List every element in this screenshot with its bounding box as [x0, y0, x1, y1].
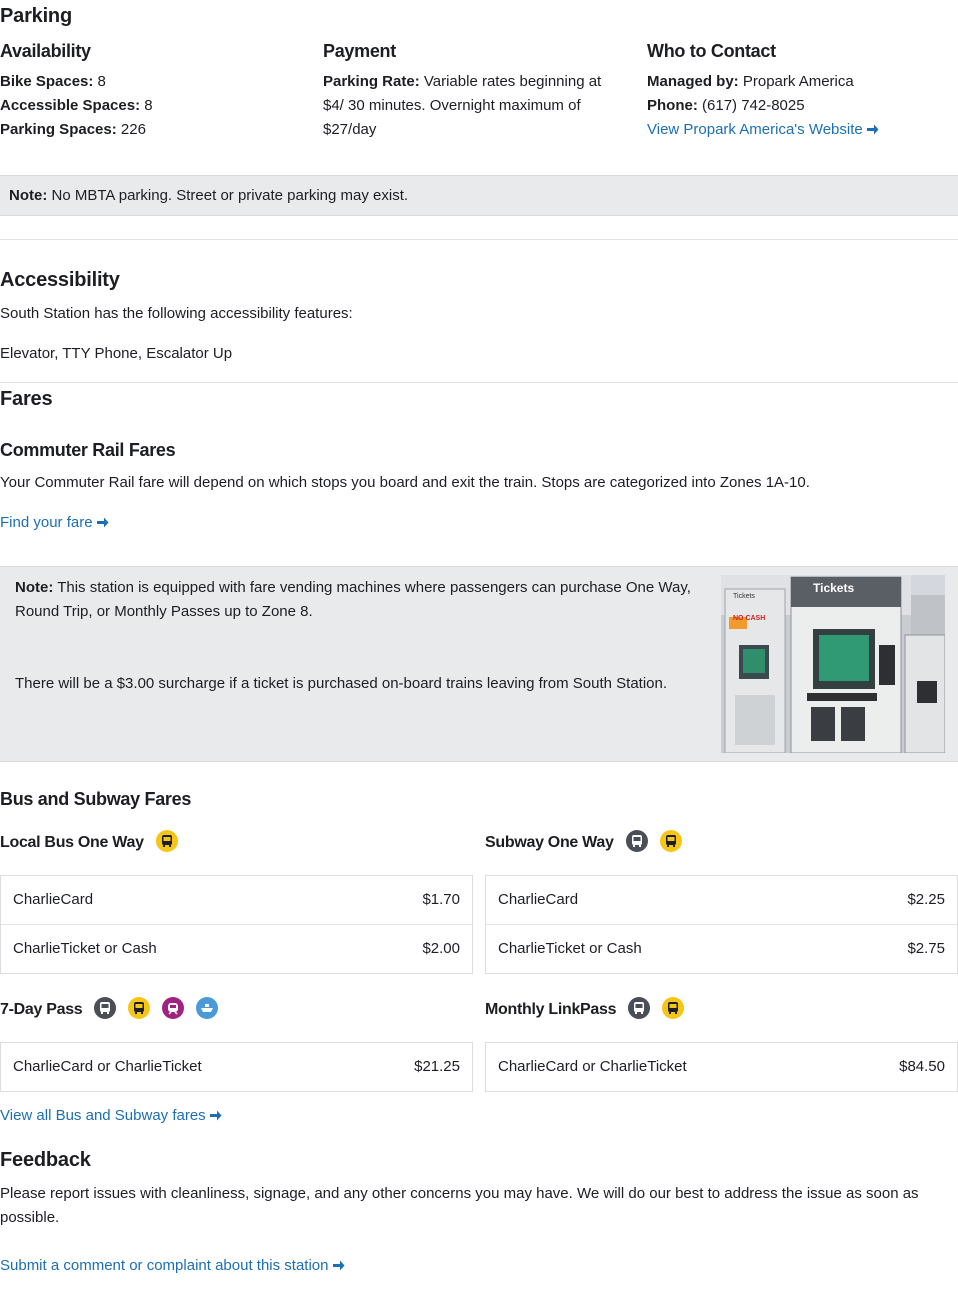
bike-spaces-label: Bike Spaces:	[0, 73, 94, 90]
fare-group-7-day-pass: 7-Day Pass	[0, 997, 219, 1022]
parking-title: Parking	[0, 5, 72, 27]
payment-heading: Payment	[323, 41, 396, 61]
parking-spaces-label: Parking Spaces:	[0, 121, 117, 138]
parking-spaces: Parking Spaces: 226	[0, 118, 310, 142]
phone-label: Phone:	[647, 97, 698, 114]
fare-price: $2.75	[907, 940, 945, 957]
commuter-rail-note: Note: This station is equipped with fare…	[0, 566, 958, 762]
managed-by-value: Propark America	[738, 73, 854, 90]
bus-icon	[662, 997, 685, 1019]
commuter-note-label: Note:	[15, 579, 54, 596]
subway-icon	[94, 997, 117, 1019]
find-your-fare-link-text: Find your fare	[0, 514, 93, 531]
arrow-right-icon	[209, 1104, 222, 1128]
fare-row: CharlieCard or CharlieTicket $21.25	[1, 1043, 472, 1091]
fares-title: Fares	[0, 388, 53, 410]
fare-label: CharlieCard	[13, 891, 94, 908]
bus-icon	[128, 997, 151, 1019]
fare-price: $1.70	[422, 891, 460, 908]
subway-icon	[625, 830, 648, 852]
bus-icon	[659, 830, 682, 852]
commuter-rail-heading: Commuter Rail Fares	[0, 440, 176, 460]
feedback-text: Please report issues with cleanliness, s…	[0, 1185, 919, 1226]
bike-spaces: Bike Spaces: 8	[0, 70, 310, 94]
fare-price: $21.25	[414, 1058, 460, 1075]
commuter-rail-icon	[162, 997, 185, 1019]
view-all-fares-link-text: View all Bus and Subway fares	[0, 1107, 206, 1124]
fare-machine-illustration	[721, 575, 945, 753]
subway-icon	[628, 997, 651, 1019]
fare-price: $2.25	[907, 891, 945, 908]
parking-note-label: Note:	[9, 187, 48, 204]
availability-heading: Availability	[0, 41, 91, 61]
commuter-note-line2: Round Trip, or Monthly Passes up to Zone…	[15, 603, 313, 620]
commuter-rail-text: Your Commuter Rail fare will depend on w…	[0, 474, 810, 491]
arrow-right-icon	[332, 1254, 345, 1278]
arrow-right-icon	[96, 511, 109, 535]
fare-label: CharlieTicket or Cash	[13, 940, 157, 957]
fare-vending-machine-photo: Tickets NO CASH Tickets	[721, 575, 945, 753]
accessible-spaces-label: Accessible Spaces:	[0, 97, 141, 114]
photo-no-cash-sign: NO CASH	[733, 615, 766, 622]
fare-price: $2.00	[422, 940, 460, 957]
accessibility-title: Accessibility	[0, 269, 120, 291]
fare-price: $84.50	[899, 1058, 945, 1075]
fare-group-title: Local Bus One Way	[0, 834, 144, 851]
fare-row: CharlieTicket or Cash $2.75	[486, 925, 957, 973]
fare-label: CharlieTicket or Cash	[498, 940, 642, 957]
contact-heading: Who to Contact	[647, 41, 776, 61]
fare-table-subway: CharlieCard $2.25 CharlieTicket or Cash $2…	[485, 875, 958, 974]
bike-spaces-value: 8	[93, 73, 106, 90]
propark-website-link-text: View Propark America's Website	[647, 121, 863, 138]
fare-label: CharlieCard or CharlieTicket	[498, 1058, 687, 1075]
arrow-right-icon	[866, 118, 879, 142]
phone-value: (617) 742-8025	[697, 97, 805, 114]
parking-rate-line3: $27/day	[323, 121, 377, 138]
fare-group-title: Subway One Way	[485, 834, 614, 851]
commuter-note-line1: This station is equipped with fare vendi…	[53, 579, 691, 596]
parking-note-text: No MBTA parking. Street or private parki…	[47, 187, 409, 204]
bus-icon	[155, 830, 178, 852]
fare-group-monthly-linkpass: Monthly LinkPass	[485, 997, 685, 1022]
parking-rate-label: Parking Rate:	[323, 73, 420, 90]
divider	[0, 239, 958, 240]
accessibility-features: Elevator, TTY Phone, Escalator Up	[0, 345, 233, 362]
accessibility-intro: South Station has the following accessib…	[0, 305, 353, 322]
fare-table-local-bus: CharlieCard $1.70 CharlieTicket or Cash $2…	[0, 875, 473, 974]
accessible-spaces-value: 8	[140, 97, 153, 114]
parking-contact: Who to Contact Managed by: Propark Ameri…	[647, 38, 957, 142]
fare-group-subway: Subway One Way	[485, 830, 682, 855]
accessible-spaces: Accessible Spaces: 8	[0, 94, 310, 118]
bus-subway-heading: Bus and Subway Fares	[0, 789, 192, 809]
fare-table-monthly-linkpass: CharlieCard or CharlieTicket $84.50	[485, 1042, 958, 1092]
parking-availability: Availability Bike Spaces: 8 Accessible S…	[0, 38, 310, 142]
parking-payment: Payment Parking Rate: Variable rates beg…	[323, 38, 633, 142]
parking-rate-line1: Variable rates beginning at	[419, 73, 602, 90]
fare-row: CharlieTicket or Cash $2.00	[1, 925, 472, 973]
parking-note: Note: No MBTA parking. Street or private…	[0, 175, 958, 216]
submit-comment-link[interactable]: Submit a comment or complaint about this…	[0, 1254, 345, 1278]
parking-spaces-value: 226	[116, 121, 146, 138]
divider	[0, 382, 958, 383]
feedback-title: Feedback	[0, 1149, 91, 1171]
fare-row: CharlieCard or CharlieTicket $84.50	[486, 1043, 957, 1091]
view-all-fares-link[interactable]: View all Bus and Subway fares	[0, 1104, 222, 1128]
fare-row: CharlieCard $2.25	[486, 876, 957, 925]
fare-row: CharlieCard $1.70	[1, 876, 472, 925]
fare-label: CharlieCard or CharlieTicket	[13, 1058, 202, 1075]
fare-group-title: Monthly LinkPass	[485, 1001, 617, 1018]
submit-comment-link-text: Submit a comment or complaint about this…	[0, 1257, 329, 1274]
commuter-surcharge-text: There will be a $3.00 surcharge if a tic…	[15, 675, 668, 692]
managed-by-label: Managed by:	[647, 73, 739, 90]
propark-website-link[interactable]: View Propark America's Website	[647, 121, 879, 138]
fare-label: CharlieCard	[498, 891, 579, 908]
fare-table-7-day-pass: CharlieCard or CharlieTicket $21.25	[0, 1042, 473, 1092]
photo-small-tickets-sign: Tickets	[733, 593, 755, 600]
ferry-icon	[196, 997, 219, 1019]
find-your-fare-link[interactable]: Find your fare	[0, 511, 109, 535]
parking-rate-line2: $4/ 30 minutes. Overnight maximum of	[323, 97, 581, 114]
fare-group-local-bus: Local Bus One Way	[0, 830, 178, 855]
fare-group-title: 7-Day Pass	[0, 1001, 83, 1018]
photo-tickets-sign: Tickets	[813, 581, 855, 595]
